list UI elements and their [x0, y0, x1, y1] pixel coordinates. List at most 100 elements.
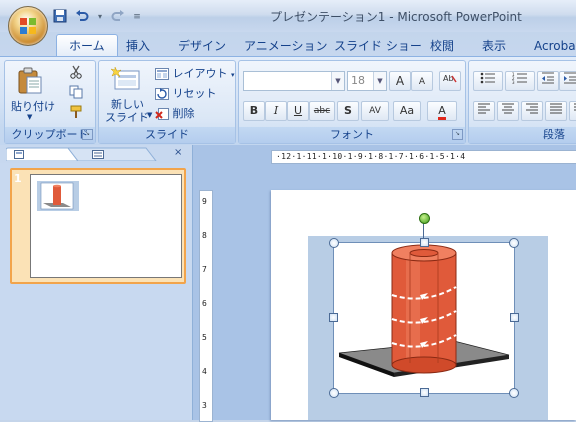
increase-indent-icon — [564, 72, 576, 84]
dropdown-arrow-icon[interactable]: ▾ — [96, 9, 104, 25]
decrease-indent-button[interactable] — [537, 71, 559, 91]
justify-button[interactable] — [545, 101, 567, 121]
copy-button[interactable] — [69, 85, 85, 101]
tab-design[interactable]: デザイン — [178, 36, 226, 56]
font-color-button[interactable]: A — [427, 101, 457, 121]
tab-insert[interactable]: 挿入 — [126, 36, 150, 56]
office-logo-icon — [20, 18, 36, 34]
resize-handle-top-left[interactable] — [329, 238, 339, 248]
redo-icon[interactable] — [110, 9, 126, 25]
delete-label: 削除 — [172, 107, 195, 120]
font-launcher-icon[interactable]: ↘ — [452, 129, 463, 140]
resize-handle-bottom-left[interactable] — [329, 388, 339, 398]
shrink-font-button[interactable]: A — [411, 71, 433, 91]
tab-home[interactable]: ホーム — [56, 34, 118, 57]
bullets-button[interactable] — [473, 71, 503, 91]
slides-group-label: スライド — [99, 127, 235, 143]
undo-icon[interactable] — [74, 9, 90, 25]
tab-review[interactable]: 校閲 — [430, 36, 454, 56]
reset-button[interactable]: リセット — [155, 85, 217, 101]
clipboard-launcher-icon[interactable]: ↘ — [82, 129, 93, 140]
tab-view[interactable]: 表示 — [482, 36, 506, 56]
vertical-ruler: 9 8 7 6 5 4 3 — [199, 190, 213, 422]
scissors-icon — [70, 65, 82, 79]
delete-slide-button[interactable]: 削除 — [155, 105, 195, 121]
rotation-handle[interactable] — [419, 213, 430, 224]
copy-icon — [69, 85, 83, 99]
increase-indent-button[interactable] — [559, 71, 576, 91]
vruler-5: 5 — [202, 333, 207, 342]
slide-editing-area: ·12·1·11·1·10·1·9·1·8·1·7·1·6·1·5·1·4 9 … — [193, 145, 576, 422]
grow-font-button[interactable]: A — [389, 71, 411, 91]
quick-access-toolbar: ▾ ≡ — [52, 8, 142, 26]
vruler-9: 9 — [202, 197, 207, 206]
align-right-button[interactable] — [521, 101, 543, 121]
cut-button[interactable] — [69, 65, 85, 81]
paragraph-group: 123 段落 — [468, 60, 576, 144]
ribbon: 貼り付け ▼ クリップボード ↘ 新しい スライド ▼ レイアウト ▾ リセット… — [0, 56, 576, 146]
vruler-7: 7 — [202, 265, 207, 274]
italic-button[interactable]: I — [265, 101, 287, 121]
bold-button[interactable]: B — [243, 101, 265, 121]
font-size-combobox[interactable]: 18 ▼ — [347, 71, 387, 91]
resize-handle-right[interactable] — [510, 313, 519, 322]
resize-handle-top-right[interactable] — [509, 238, 519, 248]
clear-formatting-button[interactable]: Ab — [439, 71, 461, 91]
new-slide-dropdown-icon: ▼ — [147, 111, 153, 119]
format-painter-button[interactable] — [69, 105, 85, 121]
clipboard-group: 貼り付け ▼ クリップボード ↘ — [4, 60, 96, 144]
columns-button[interactable] — [569, 101, 576, 121]
reset-label: リセット — [172, 87, 217, 100]
layout-label: レイアウト — [172, 67, 228, 80]
bullets-icon — [480, 72, 495, 84]
slides-group: 新しい スライド ▼ レイアウト ▾ リセット 削除 スライド — [98, 60, 236, 144]
window-title: プレゼンテーション1 - Microsoft PowerPoint — [270, 10, 522, 24]
decrease-indent-icon — [542, 72, 554, 84]
font-name-dropdown-icon[interactable]: ▼ — [331, 72, 344, 90]
paste-dropdown-icon: ▼ — [27, 113, 33, 121]
pane-tabs: × — [5, 147, 186, 162]
resize-handle-bottom[interactable] — [420, 388, 429, 397]
office-button[interactable] — [8, 6, 48, 46]
strikethrough-button[interactable]: abc — [309, 101, 335, 121]
shadow-button[interactable]: S — [337, 101, 359, 121]
font-size-dropdown-icon[interactable]: ▼ — [373, 72, 386, 90]
tab-animations[interactable]: アニメーション — [244, 36, 328, 56]
layout-button[interactable]: レイアウト ▾ — [155, 65, 235, 81]
horizontal-ruler: ·12·1·11·1·10·1·9·1·8·1·7·1·6·1·5·1·4 — [271, 150, 576, 164]
selected-picture[interactable] — [333, 242, 515, 394]
save-icon[interactable] — [52, 9, 68, 25]
font-group: ▼ 18 ▼ A A Ab B I U abc S AV Aa A フォント ↘ — [238, 60, 466, 144]
resize-handle-left[interactable] — [329, 313, 338, 322]
tab-slideshow[interactable]: スライド ショー — [334, 36, 422, 56]
tab-acrobat[interactable]: Acrobat — [534, 36, 576, 56]
align-left-button[interactable] — [473, 101, 495, 121]
slide-canvas[interactable] — [271, 190, 576, 420]
change-case-button[interactable]: Aa — [393, 101, 421, 121]
slide-thumbnail-1[interactable]: 1 — [10, 168, 186, 284]
ribbon-tabs: ホーム 挿入 デザイン アニメーション スライド ショー 校閲 表示 Acrob… — [0, 32, 576, 57]
font-size-value: 18 — [351, 74, 365, 87]
thumbnail-image — [37, 181, 79, 211]
paste-button[interactable]: 貼り付け ▼ — [11, 63, 55, 123]
customize-qat-icon[interactable]: ≡ — [132, 9, 142, 25]
resize-handle-top[interactable] — [420, 238, 429, 247]
resize-handle-bottom-right[interactable] — [509, 388, 519, 398]
outline-tab-icon[interactable] — [92, 149, 104, 162]
svg-text:Ab: Ab — [443, 74, 454, 83]
font-name-combobox[interactable]: ▼ — [243, 71, 345, 91]
slides-outline-pane: × 1 — [0, 145, 193, 420]
delete-icon — [155, 108, 169, 120]
slide-thumbnail-preview — [30, 174, 182, 278]
slides-tab-icon[interactable] — [14, 149, 24, 162]
close-pane-icon[interactable]: × — [174, 147, 182, 158]
slide-number: 1 — [14, 172, 22, 185]
align-center-button[interactable] — [497, 101, 519, 121]
svg-text:3: 3 — [512, 80, 515, 84]
underline-button[interactable]: U — [287, 101, 309, 121]
vruler-8: 8 — [202, 231, 207, 240]
new-slide-button[interactable]: 新しい スライド ▼ — [103, 63, 153, 124]
grow-font-icon: A — [395, 74, 405, 88]
numbering-button[interactable]: 123 — [505, 71, 535, 91]
character-spacing-button[interactable]: AV — [361, 101, 389, 121]
